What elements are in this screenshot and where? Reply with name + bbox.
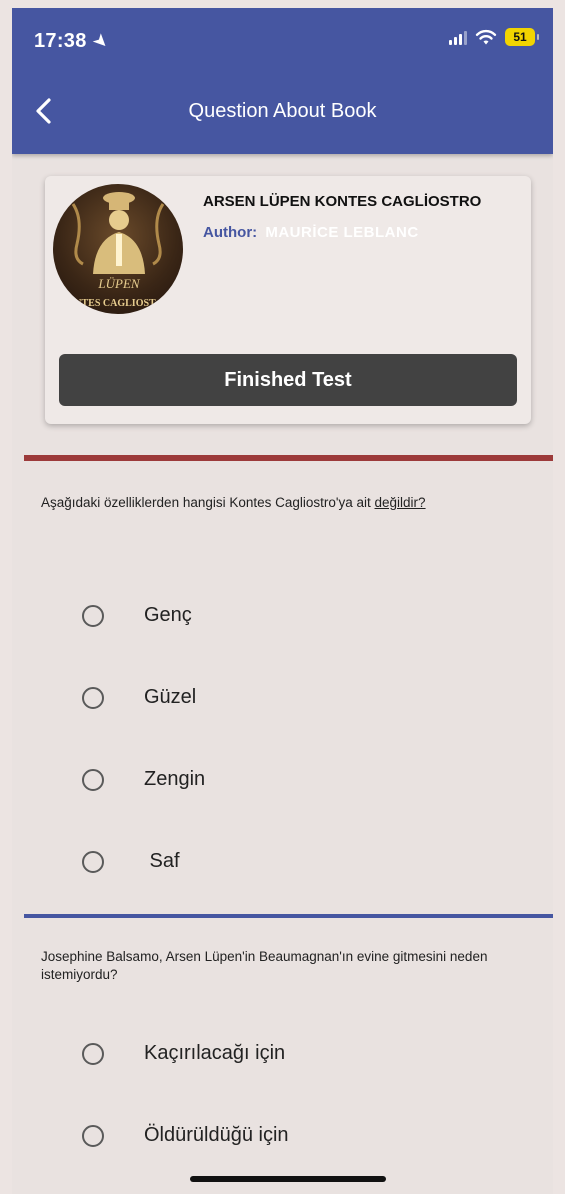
author-label: Author: xyxy=(203,224,258,241)
radio-button[interactable] xyxy=(82,850,104,873)
battery-level: 51 xyxy=(513,30,527,44)
location-arrow-icon: ➤ xyxy=(88,28,114,54)
author-name: MAURİCE LEBLANC xyxy=(265,224,419,241)
home-indicator xyxy=(190,1176,386,1182)
clock-text: 17:38 xyxy=(34,30,87,52)
app-bar: 17:38➤ 51 Question About Book xyxy=(12,8,553,154)
radio-button[interactable] xyxy=(82,1042,104,1065)
book-cover-image: LÜPEN NTES CAGLIOST xyxy=(53,184,183,314)
question-2-option-2[interactable]: Öldürüldüğü için xyxy=(82,1124,289,1147)
option-label: Kaçırılacağı için xyxy=(144,1042,286,1064)
cover-title-line2: NTES CAGLIOST xyxy=(74,298,156,309)
screen: 17:38➤ 51 Question About Book LÜPEN NTES… xyxy=(12,8,553,1194)
page-title: Question About Book xyxy=(188,100,377,122)
status-time: 17:38➤ xyxy=(34,29,113,54)
option-label: Genç xyxy=(144,604,192,626)
radio-button[interactable] xyxy=(82,768,104,791)
question-1-text-emphasis: değildir? xyxy=(374,495,426,510)
question-2-option-1[interactable]: Kaçırılacağı için xyxy=(82,1042,285,1065)
author-row: Author: MAURİCE LEBLANC xyxy=(203,224,419,241)
question-1-text: Aşağıdaki özelliklerden hangisi Kontes C… xyxy=(41,494,511,512)
radio-button[interactable] xyxy=(82,686,104,709)
section-divider xyxy=(24,914,553,918)
option-label: Öldürüldüğü için xyxy=(144,1124,289,1146)
wifi-icon xyxy=(475,29,497,45)
cover-title-line1: LÜPEN xyxy=(97,276,141,291)
question-1-option-2[interactable]: Güzel xyxy=(82,686,196,709)
section-divider xyxy=(24,455,553,461)
question-1-option-1[interactable]: Genç xyxy=(82,604,192,627)
cellular-signal-icon xyxy=(449,29,467,45)
option-label: Saf xyxy=(144,850,180,872)
radio-button[interactable] xyxy=(82,1124,104,1147)
option-label: Zengin xyxy=(144,768,206,790)
battery-icon: 51 xyxy=(505,28,539,46)
question-2-text: Josephine Balsamo, Arsen Lüpen'in Beauma… xyxy=(41,949,488,982)
book-title: ARSEN LÜPEN KONTES CAGLİOSTRO xyxy=(203,193,482,210)
radio-button[interactable] xyxy=(82,604,104,627)
question-1-option-3[interactable]: Zengin xyxy=(82,768,205,791)
status-icons: 51 xyxy=(449,28,539,46)
finished-test-button[interactable]: Finished Test xyxy=(59,354,517,406)
question-1-option-4[interactable]: Saf xyxy=(82,850,180,873)
option-label: Güzel xyxy=(144,686,197,708)
question-1-text-main: Aşağıdaki özelliklerden hangisi Kontes C… xyxy=(41,495,375,510)
